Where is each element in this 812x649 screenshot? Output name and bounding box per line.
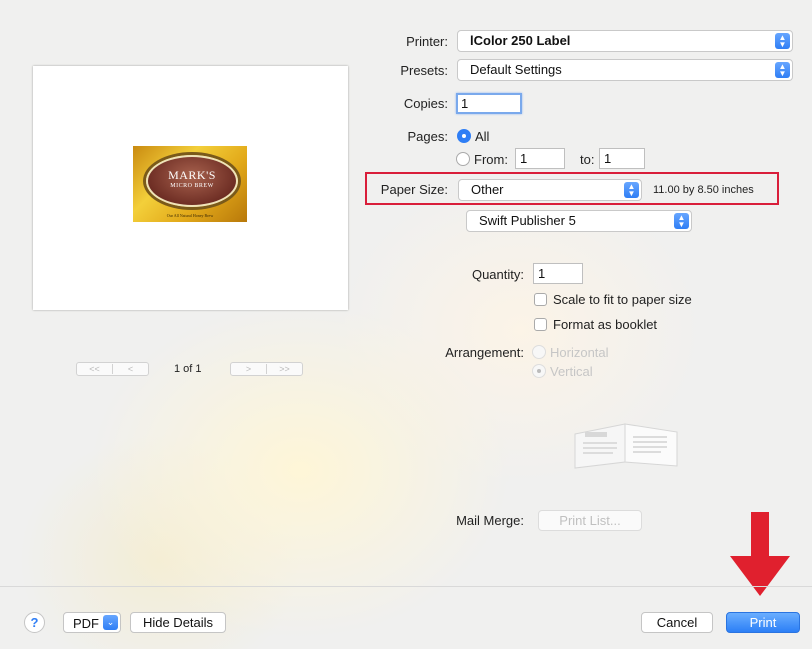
- horizontal-radio[interactable]: [532, 345, 546, 359]
- copies-label: Copies:: [403, 96, 448, 111]
- chevron-down-icon: ⌄: [103, 615, 118, 630]
- print-button[interactable]: Print: [726, 612, 800, 633]
- label-tagline: Our All Natural Honey Brew: [166, 213, 214, 218]
- vertical-radio[interactable]: [532, 364, 546, 378]
- print-list-button[interactable]: Print List...: [538, 510, 642, 531]
- quantity-label: Quantity:: [471, 267, 524, 282]
- up-down-chevron-icon: ▲ ▼: [775, 62, 790, 78]
- presets-value: Default Settings: [470, 62, 562, 77]
- pages-from-label: From:: [474, 152, 508, 167]
- pages-from-field[interactable]: 1: [515, 148, 565, 169]
- paper-size-dimensions: 11.00 by 8.50 inches: [653, 184, 754, 196]
- label-subtitle: MICRO BREW: [170, 183, 214, 189]
- quantity-field[interactable]: 1: [533, 263, 583, 284]
- question-icon[interactable]: ?: [24, 612, 45, 633]
- paper-size-value: Other: [471, 182, 504, 197]
- next-page-button[interactable]: >: [231, 364, 266, 374]
- cancel-button[interactable]: Cancel: [641, 612, 713, 633]
- scale-to-fit-label: Scale to fit to paper size: [553, 292, 692, 307]
- horizontal-label: Horizontal: [550, 345, 609, 360]
- copies-field[interactable]: 1: [456, 93, 522, 114]
- up-down-chevron-icon: ▲ ▼: [674, 213, 689, 229]
- format-booklet-label: Format as booklet: [553, 317, 658, 332]
- pages-all-radio[interactable]: [457, 129, 471, 143]
- pages-all-label: All: [475, 129, 490, 144]
- paper-size-label: Paper Size:: [380, 182, 448, 197]
- up-down-chevron-icon: ▲ ▼: [624, 182, 639, 198]
- next-last-page-buttons[interactable]: > >>: [230, 362, 303, 376]
- booklet-illustration: [574, 423, 678, 469]
- presets-popup[interactable]: Default Settings ▲ ▼: [457, 59, 793, 81]
- print-preview: MARK'S MICRO BREW Our All Natural Honey …: [33, 66, 348, 310]
- mail-merge-label: Mail Merge:: [456, 513, 524, 528]
- printer-value: lColor 250 Label: [470, 33, 571, 48]
- last-page-button[interactable]: >>: [266, 364, 302, 374]
- label-title: MARK'S: [168, 168, 216, 182]
- format-booklet-checkbox[interactable]: [534, 318, 547, 331]
- label-logo: MARK'S MICRO BREW: [146, 155, 238, 207]
- page-indicator: 1 of 1: [174, 363, 202, 375]
- pages-from-radio[interactable]: [456, 152, 470, 166]
- pages-to-field[interactable]: 1: [599, 148, 645, 169]
- up-down-chevron-icon: ▲ ▼: [775, 33, 790, 49]
- scale-to-fit-checkbox[interactable]: [534, 293, 547, 306]
- pdf-menu-button[interactable]: PDF ⌄: [63, 612, 121, 633]
- pages-label: Pages:: [407, 129, 448, 144]
- pages-to-label: to:: [580, 152, 595, 167]
- label-artwork: MARK'S MICRO BREW Our All Natural Honey …: [133, 146, 247, 222]
- printer-label: Printer:: [406, 34, 448, 49]
- hide-details-button[interactable]: Hide Details: [130, 612, 226, 633]
- footer-divider: [0, 586, 812, 587]
- arrangement-label: Arrangement:: [445, 345, 524, 360]
- presets-label: Presets:: [400, 63, 448, 78]
- first-page-button[interactable]: <<: [77, 364, 112, 374]
- app-panel-value: Swift Publisher 5: [479, 213, 576, 228]
- vertical-label: Vertical: [550, 364, 593, 379]
- app-panel-popup[interactable]: Swift Publisher 5 ▲ ▼: [466, 210, 692, 232]
- print-dialog: MARK'S MICRO BREW Our All Natural Honey …: [0, 0, 812, 649]
- prev-page-button[interactable]: <: [112, 364, 148, 374]
- first-prev-page-buttons[interactable]: << <: [76, 362, 149, 376]
- pdf-label: PDF: [73, 616, 99, 631]
- paper-size-popup[interactable]: Other ▲ ▼: [458, 179, 642, 201]
- printer-popup[interactable]: lColor 250 Label ▲ ▼: [457, 30, 793, 52]
